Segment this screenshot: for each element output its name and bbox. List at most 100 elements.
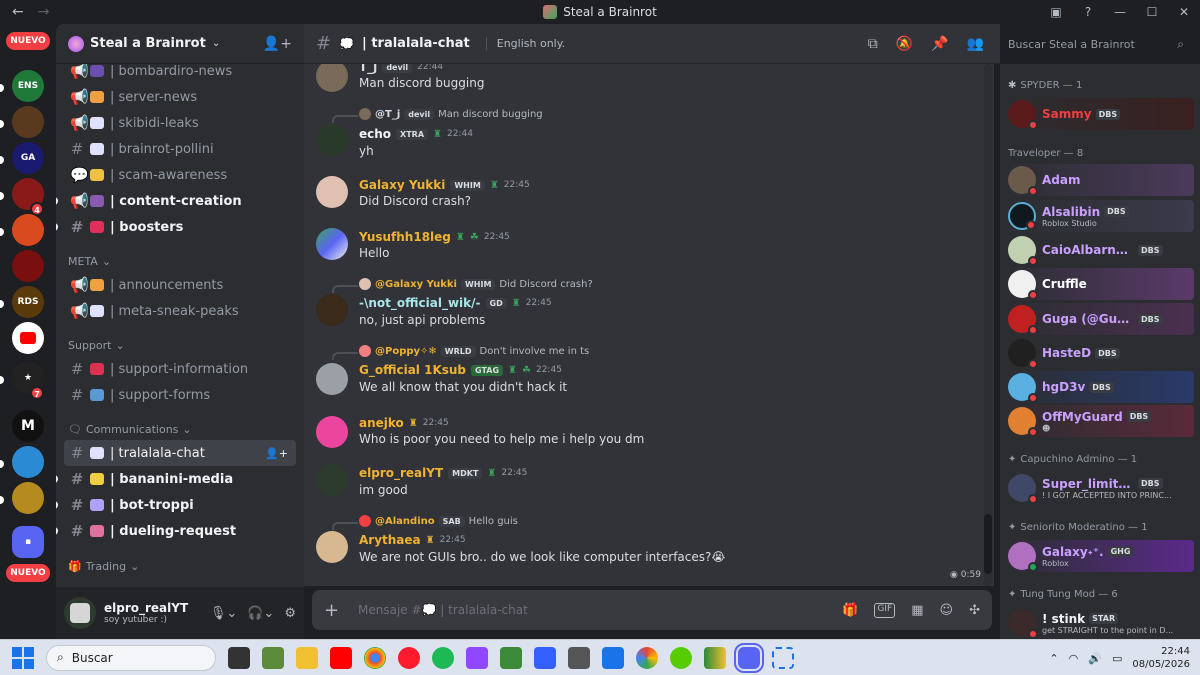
duolingo-icon[interactable] [670,646,692,669]
user-name[interactable]: elpro_realYT [104,601,188,615]
avatar[interactable] [64,597,96,629]
message-author[interactable]: G_official 1Ksub [359,363,466,377]
server-icon[interactable]: ENS [12,70,44,102]
avatar[interactable] [316,531,348,563]
reply-preview[interactable]: @Alandino SAB Hello guis [359,515,518,527]
channel-item[interactable]: 📢 | announcements [64,272,296,298]
gear-icon[interactable]: ⚙ [284,606,296,621]
channel-item[interactable]: 📢 | skibidi-leaks [64,110,296,136]
clock[interactable]: 22:44 08/05/2026 [1132,645,1190,671]
minimize-icon[interactable]: — [1104,5,1136,19]
channel-topic[interactable]: English only. [485,37,565,50]
member-item[interactable]: hgD3v DBS [1004,371,1194,403]
member-item[interactable]: HasteD DBS [1004,337,1194,369]
twitch-icon[interactable] [466,646,488,669]
roblox-icon[interactable] [534,646,556,669]
reply-preview[interactable]: @Galaxy Yukki WHIM Did Discord crash? [359,278,593,290]
pin-icon[interactable]: 📌 [931,36,948,52]
members-icon[interactable]: 👥 [967,36,984,52]
channel-item[interactable]: # | brainrot-pollini [64,136,296,162]
start-button[interactable] [12,646,34,669]
avatar[interactable] [316,176,348,208]
channel-item[interactable]: # | bot-troppi [56,492,296,518]
microphone-icon[interactable]: 🎙⌄ [210,606,237,621]
server-icon[interactable]: M [12,410,44,442]
mute-bell-icon[interactable]: 🔕 [896,36,913,52]
avatar[interactable] [316,124,348,156]
channel-item[interactable]: 💬 | scam-awareness [64,162,296,188]
chart-app-icon[interactable] [704,646,726,669]
folder-icon[interactable]: ▪ [12,526,44,558]
photos-icon[interactable] [602,646,624,669]
invite-people-icon[interactable]: 👤+ [263,36,292,52]
guild-header[interactable]: Steal a Brainrot ⌄ 👤+ [56,24,304,64]
avatar[interactable] [316,228,348,260]
message-author[interactable]: -\not_official_wik/- [359,296,481,310]
member-item[interactable]: OffMyGuard DBS ☻ [1004,405,1194,437]
server-icon[interactable]: GA [12,142,44,174]
close-icon[interactable]: ✕ [1168,5,1200,19]
opera-icon[interactable] [398,646,420,669]
member-item[interactable]: Guga (@Gug... DBS [1004,303,1194,335]
discord-icon[interactable] [734,642,764,673]
youtube-icon[interactable] [330,646,352,669]
avatar[interactable] [316,416,348,448]
color-app-icon[interactable] [636,646,658,669]
server-icon[interactable] [12,214,44,246]
message-composer[interactable]: + Mensaje #💭 | tralalala-chat 🎁 GIF ▦ ☺ … [312,590,992,630]
scroll-thumb[interactable] [984,514,992,574]
forward-arrow-icon[interactable]: → [38,4,50,20]
message-author[interactable]: elpro_realYT [359,466,443,480]
member-item[interactable]: Galaxy˖⁺. GHG Roblox [1004,540,1194,572]
search-input[interactable]: Buscar Steal a Brainrot ⌕ [1000,30,1192,58]
back-arrow-icon[interactable]: ← [12,4,24,20]
channel-item[interactable]: 📢 | server-news [64,84,296,110]
avatar[interactable] [316,464,348,496]
sticker-icon[interactable]: ▦ [911,603,923,618]
chrome-icon[interactable] [364,646,386,669]
member-item[interactable]: Adam [1004,164,1194,196]
taskbar-search[interactable]: ⌕ Buscar [46,644,216,671]
volume-icon[interactable]: 🔊 [1088,652,1102,665]
channel-item[interactable]: # | boosters [56,214,296,240]
help-icon[interactable]: ? [1072,5,1104,19]
avatar[interactable] [316,363,348,395]
channel-item[interactable]: 📢 | bombardiro-news [64,64,296,84]
message-author[interactable]: anejko [359,416,404,430]
snipping-tool-icon[interactable] [772,646,794,669]
gif-icon[interactable]: GIF [874,602,896,618]
message-scrollbar[interactable] [984,64,992,586]
battery-icon[interactable]: ▭ [1112,652,1122,665]
message-input[interactable]: Mensaje #💭 | tralalala-chat [358,603,528,617]
server-icon[interactable] [12,446,44,478]
category-communications[interactable]: 🗨 Communications ⌄ [68,423,192,436]
reply-preview[interactable]: @T_j devil Man discord bugging [359,108,543,120]
channel-item[interactable]: # | support-information [64,356,296,382]
member-item[interactable]: Cruffle [1004,268,1194,300]
add-attachment-icon[interactable]: + [324,600,350,621]
file-explorer-icon[interactable] [296,646,318,669]
channel-item[interactable]: # | support-forms [64,382,296,408]
server-icon[interactable] [12,106,44,138]
headphones-icon[interactable]: 🎧⌄ [247,606,274,621]
message-author[interactable]: T_j [359,64,377,74]
emoji-icon[interactable]: ☺ [940,603,954,618]
message-author[interactable]: Arythaea [359,533,421,547]
message-author[interactable]: Galaxy Yukki [359,178,445,192]
creeper-icon[interactable] [500,646,522,669]
spotify-icon[interactable] [432,646,454,669]
channel-item[interactable]: 📢 | content-creation [56,188,296,214]
invite-icon[interactable]: 👤+ [265,447,288,460]
youtube-server-icon[interactable] [12,322,44,354]
chevron-up-icon[interactable]: ⌃ [1049,652,1058,665]
message-author[interactable]: Yusufhh18leg [359,230,451,244]
camera-icon[interactable] [568,646,590,669]
avatar[interactable] [316,64,348,92]
inbox-icon[interactable]: ▣ [1040,5,1072,19]
gift-icon[interactable]: 🎁 [842,603,858,618]
minecraft-icon[interactable] [262,646,284,669]
server-icon[interactable] [12,250,44,282]
member-item[interactable]: CaioAlbarnBR DBS [1004,234,1194,266]
threads-icon[interactable]: ⧉ [868,36,878,52]
message-author[interactable]: echo [359,127,391,141]
